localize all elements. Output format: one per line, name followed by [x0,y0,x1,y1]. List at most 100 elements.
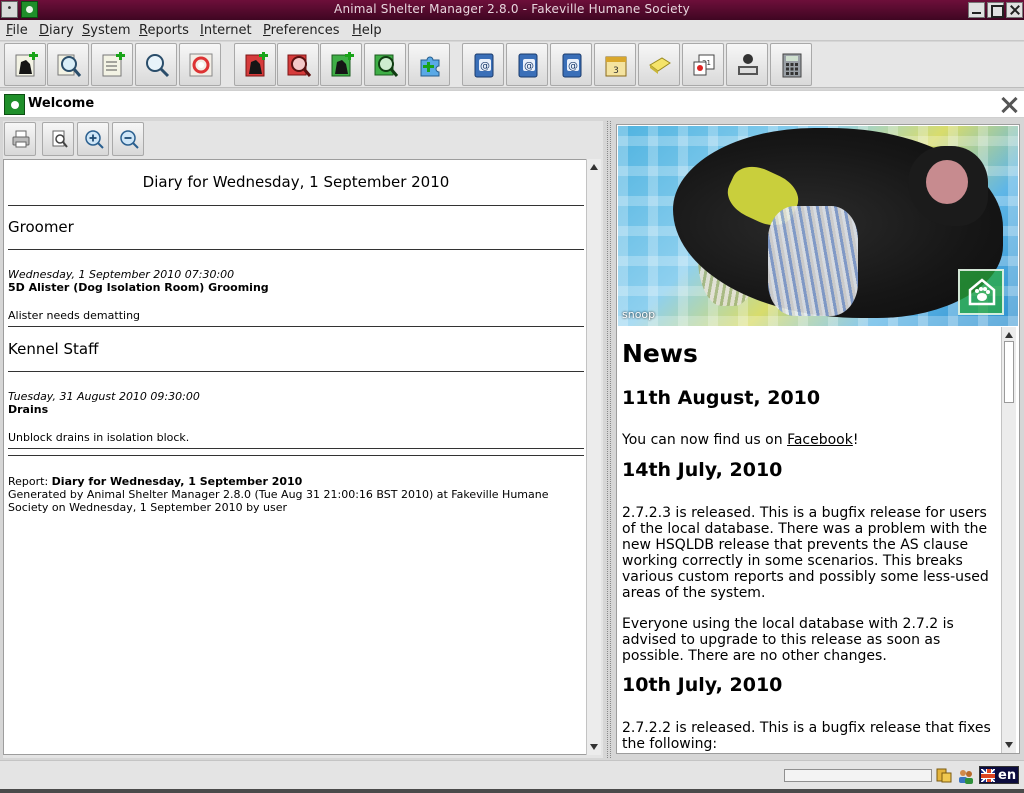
section-heading: Kennel Staff [8,340,99,358]
add-person-button[interactable] [91,43,133,86]
report-scrollbar[interactable] [586,159,601,755]
news-paragraph: Everyone using the local database with 2… [622,616,954,664]
address-book-2-button[interactable]: @ [506,43,548,86]
vet-icon [738,54,758,75]
find-animal-button[interactable] [47,43,89,86]
add-found-animal-button[interactable] [320,43,362,86]
minimize-button[interactable] [968,2,985,18]
address-book-2-icon: @ [518,53,538,78]
language-selector[interactable]: en [979,766,1019,784]
scroll-up-arrow[interactable] [1005,332,1013,338]
section-heading: Groomer [8,218,74,236]
find-person-button[interactable] [135,43,177,86]
entry-note: Unblock drains in isolation block. [8,431,190,444]
zoom-in-button[interactable] [77,122,109,156]
news-paragraph: 2.7.2.2 is released. This is a bugfix re… [622,720,991,752]
vet-button[interactable] [726,43,768,86]
welcome-tab-header: Welcome [0,90,1024,118]
window-title: Animal Shelter Manager 2.8.0 - Fakeville… [334,2,690,16]
add-lost-animal-button[interactable] [234,43,276,86]
menu-system[interactable]: System [82,23,131,38]
divider [8,371,584,372]
menu-reports[interactable]: Reports [139,23,189,38]
menu-help[interactable]: Help [352,23,382,38]
animal-photo: snoop [618,126,1018,326]
add-lost-animal-icon [245,52,268,77]
facebook-link[interactable]: Facebook [787,432,853,448]
entry-subject: Drains [8,403,49,416]
uk-flag-icon [981,769,995,782]
divider [8,455,584,456]
news-text: ! [852,432,859,448]
svg-text:3: 3 [613,66,619,76]
report-footer: Report: Diary for Wednesday, 1 September… [8,475,302,488]
news-date: 11th August, 2010 [622,387,821,409]
scroll-up-arrow[interactable] [590,164,598,170]
paw-logo-icon [958,269,1004,315]
photo-caption: snoop [622,308,656,321]
menu-file[interactable]: File [6,23,28,38]
diary-calendar-icon: 3 [605,56,627,77]
language-code: en [998,768,1017,783]
close-tab-icon[interactable] [1000,96,1018,114]
footer-label: Report: [8,475,52,488]
tab-title: Welcome [28,96,95,111]
entry-date: Tuesday, 31 August 2010 09:30:00 [8,390,200,403]
waiting-list-button[interactable] [408,43,450,86]
print-button[interactable] [4,122,36,156]
address-book-3-button[interactable]: @ [550,43,592,86]
footer-generated-2: Society on Wednesday, 1 September 2010 b… [8,501,288,514]
welcome-icon [4,94,25,115]
find-found-animal-button[interactable] [364,43,406,86]
photo-detail [768,206,858,316]
window-bottom-edge [0,789,1024,793]
entry-note: Alister needs dematting [8,309,141,322]
footer-generated: Generated by Animal Shelter Manager 2.8.… [8,488,549,501]
scroll-thumb[interactable] [1004,341,1014,403]
zoom-out-button[interactable] [112,122,144,156]
calendar-page-button[interactable]: 31 [682,43,724,86]
svg-text:@: @ [480,61,490,72]
address-book-button[interactable]: @ [462,43,504,86]
print-preview-button[interactable] [42,122,74,156]
news-panel: News 11th August, 2010 You can now find … [618,327,1001,753]
news-paragraph: 2.7.2.3 is released. This is a bugfix re… [622,505,989,601]
svg-text:@: @ [524,61,534,72]
report-title: Diary for Wednesday, 1 September 2010 [142,173,450,191]
main-toolbar: @ @ @ 3 31 [0,42,1024,88]
entry-date: Wednesday, 1 September 2010 07:30:00 [8,268,235,281]
maximize-button[interactable] [987,2,1004,18]
address-book-3-icon: @ [562,53,582,78]
calculator-icon [782,53,802,78]
menu-internet[interactable]: Internet [200,23,252,38]
zoom-out-icon [120,130,139,149]
scroll-down-arrow[interactable] [590,744,598,750]
svg-text:@: @ [568,61,578,72]
print-preview-icon [52,130,68,148]
zoom-in-icon [85,130,104,149]
calendar-page-icon: 31 [693,54,715,76]
close-window-button[interactable] [1006,2,1023,18]
diary-calendar-button[interactable]: 3 [594,43,636,86]
calculator-button[interactable] [770,43,812,86]
news-text: You can now find us on [622,432,788,448]
news-title: News [622,339,698,368]
coins-icon [936,768,952,783]
news-date: 10th July, 2010 [622,674,783,696]
find-lost-animal-button[interactable] [277,43,319,86]
report-viewer: Diary for Wednesday, 1 September 2010 Gr… [3,121,603,758]
note-button[interactable] [638,43,680,86]
title-bar: • Animal Shelter Manager 2.8.0 - Fakevil… [0,0,1024,20]
find-found-animal-icon [374,54,399,77]
news-scrollbar[interactable] [1001,327,1016,753]
entry-subject: 5D Alister (Dog Isolation Room) Grooming [8,281,269,294]
add-animal-icon [15,52,38,77]
menu-preferences[interactable]: Preferences [263,23,339,38]
note-icon [649,57,671,74]
scroll-down-arrow[interactable] [1005,742,1013,748]
lost-found-button[interactable] [179,43,221,86]
menu-diary[interactable]: Diary [39,23,74,38]
add-person-icon [102,52,125,77]
add-animal-button[interactable] [4,43,46,86]
pane-splitter[interactable] [606,121,612,758]
